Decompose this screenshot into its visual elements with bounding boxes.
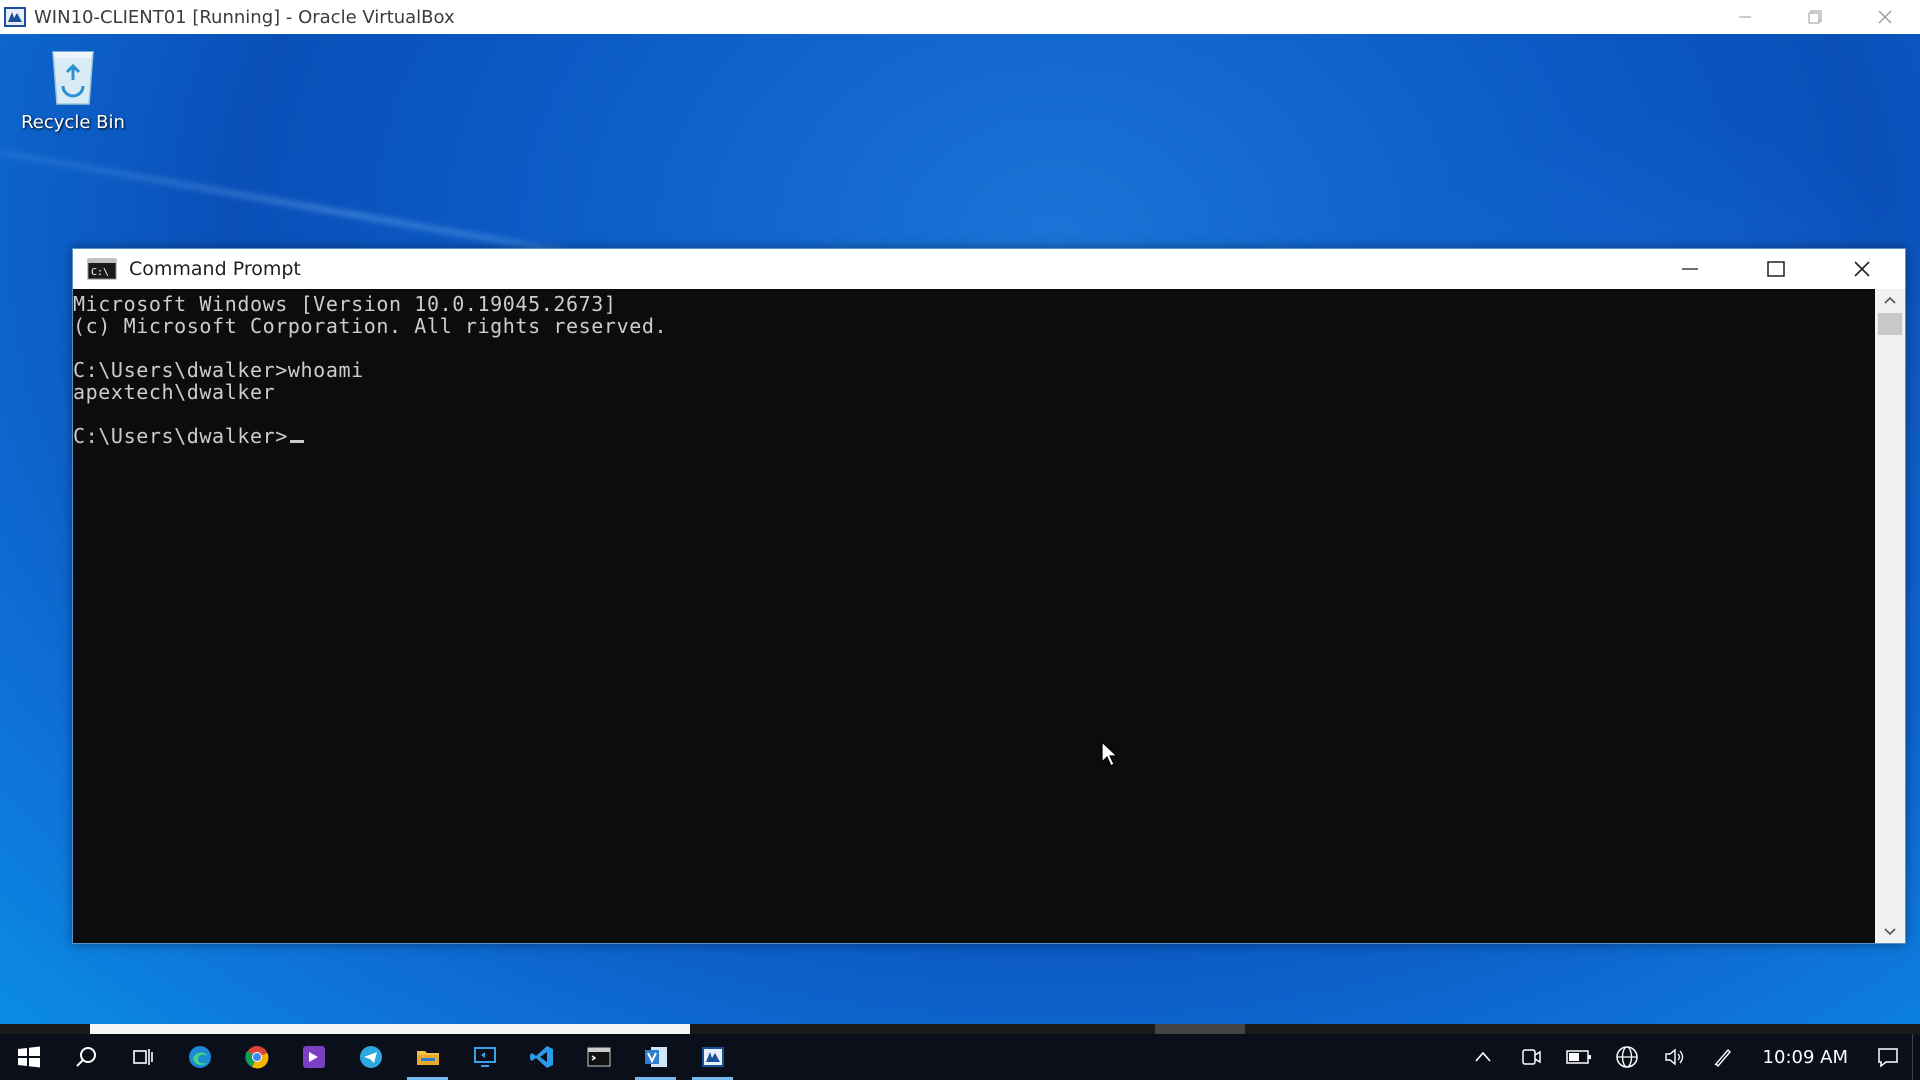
- console-line: C:\Users\dwalker>whoami: [73, 358, 364, 382]
- network-icon: [1615, 1046, 1638, 1068]
- taskbar-app-visio[interactable]: [627, 1034, 684, 1080]
- start-button[interactable]: [0, 1034, 57, 1080]
- cmd-minimize-button[interactable]: [1647, 249, 1733, 289]
- console-prompt: C:\Users\dwalker>: [73, 424, 288, 448]
- cmd-maximize-button[interactable]: [1733, 249, 1819, 289]
- host-restore-button[interactable]: [1780, 0, 1850, 34]
- system-tray: 10:09 AM: [1459, 1034, 1920, 1080]
- battery-button[interactable]: [1555, 1034, 1603, 1080]
- visual-studio-icon: [302, 1046, 325, 1068]
- chrome-icon: [244, 1046, 268, 1069]
- virtualbox-icon: [4, 7, 26, 27]
- action-center-button[interactable]: [1864, 1034, 1912, 1080]
- close-icon: [1878, 10, 1892, 24]
- console-line: (c) Microsoft Corporation. All rights re…: [73, 314, 668, 338]
- console-prompt-line[interactable]: C:\Users\dwalker>: [73, 425, 1875, 447]
- edge-icon: [188, 1046, 211, 1068]
- maximize-icon: [1767, 261, 1785, 277]
- minimize-icon: [1739, 16, 1751, 18]
- task-view-icon: [132, 1049, 153, 1065]
- taskbar-app-file-explorer[interactable]: [399, 1034, 456, 1080]
- cmd-icon: C:\: [87, 258, 117, 280]
- search-icon: [75, 1047, 96, 1067]
- chevron-down-icon: [1884, 928, 1896, 936]
- desktop-icon-recycle-bin[interactable]: Recycle Bin: [10, 44, 136, 133]
- chevron-up-icon: [1474, 1051, 1491, 1062]
- taskbar-app-virtualbox[interactable]: [684, 1034, 741, 1080]
- cmd-close-button[interactable]: [1819, 249, 1905, 289]
- terminal-icon: [587, 1047, 610, 1067]
- telegram-icon: [359, 1046, 382, 1068]
- cmd-titlebar[interactable]: C:\ Command Prompt: [73, 249, 1905, 289]
- host-close-button[interactable]: [1850, 0, 1920, 34]
- svg-text:C:\: C:\: [91, 267, 109, 278]
- remote-desktop-icon: [473, 1047, 496, 1067]
- virtualbox-icon: [701, 1047, 724, 1067]
- network-button[interactable]: [1603, 1034, 1651, 1080]
- scroll-down-button[interactable]: [1875, 921, 1905, 943]
- taskbar-app-telegram[interactable]: [342, 1034, 399, 1080]
- strip-segment: [1155, 1024, 1245, 1034]
- scrollbar-thumb[interactable]: [1878, 313, 1902, 335]
- taskbar-app-edge[interactable]: [171, 1034, 228, 1080]
- meet-now-button[interactable]: [1507, 1034, 1555, 1080]
- taskbar-app-vscode[interactable]: [513, 1034, 570, 1080]
- taskbar-app-terminal[interactable]: [570, 1034, 627, 1080]
- task-view-button[interactable]: [114, 1034, 171, 1080]
- mouse-pointer-icon: [1101, 740, 1119, 767]
- vscode-icon: [529, 1046, 553, 1068]
- taskbar-search-button[interactable]: [57, 1034, 114, 1080]
- pen-workspace-button[interactable]: [1699, 1034, 1747, 1080]
- taskbar-app-chrome[interactable]: [228, 1034, 285, 1080]
- close-icon: [1854, 261, 1870, 277]
- recycle-bin-icon: [52, 51, 94, 105]
- console-output[interactable]: Microsoft Windows [Version 10.0.19045.26…: [73, 289, 1875, 943]
- minimize-icon: [1682, 268, 1698, 270]
- visio-icon: [644, 1047, 667, 1067]
- cmd-window-title: Command Prompt: [129, 258, 301, 280]
- taskbar-app-remote-desktop[interactable]: [456, 1034, 513, 1080]
- pen-icon: [1714, 1048, 1731, 1068]
- show-desktop-button[interactable]: [1912, 1034, 1920, 1080]
- virtualbox-titlebar: WIN10-CLIENT01 [Running] - Oracle Virtua…: [0, 0, 1920, 34]
- volume-button[interactable]: [1651, 1034, 1699, 1080]
- chevron-up-icon: [1884, 296, 1896, 304]
- virtualbox-window-title: WIN10-CLIENT01 [Running] - Oracle Virtua…: [34, 6, 455, 28]
- taskbar-app-visual-studio[interactable]: [285, 1034, 342, 1080]
- show-hidden-icons-button[interactable]: [1459, 1034, 1507, 1080]
- meet-now-icon: [1521, 1049, 1541, 1065]
- scroll-up-button[interactable]: [1875, 289, 1905, 311]
- taskbar: 10:09 AM: [0, 1034, 1920, 1080]
- notifications-icon: [1878, 1048, 1898, 1068]
- console-line: Microsoft Windows [Version 10.0.19045.26…: [73, 292, 617, 316]
- strip-segment: [90, 1024, 690, 1034]
- battery-icon: [1565, 1050, 1591, 1064]
- console-line: apextech\dwalker: [73, 380, 276, 404]
- desktop-icon-label: Recycle Bin: [21, 112, 125, 133]
- vertical-scrollbar[interactable]: [1875, 289, 1905, 943]
- start-icon: [17, 1046, 40, 1068]
- vm-status-strip: [0, 1024, 1920, 1034]
- host-minimize-button[interactable]: [1710, 0, 1780, 34]
- restore-icon: [1808, 10, 1822, 24]
- text-cursor: [289, 440, 304, 443]
- command-prompt-window[interactable]: C:\ Command Prompt Microsoft Windows [Ve…: [72, 248, 1906, 944]
- file-explorer-icon: [416, 1051, 439, 1065]
- volume-icon: [1664, 1048, 1683, 1066]
- taskbar-clock[interactable]: 10:09 AM: [1747, 1047, 1864, 1068]
